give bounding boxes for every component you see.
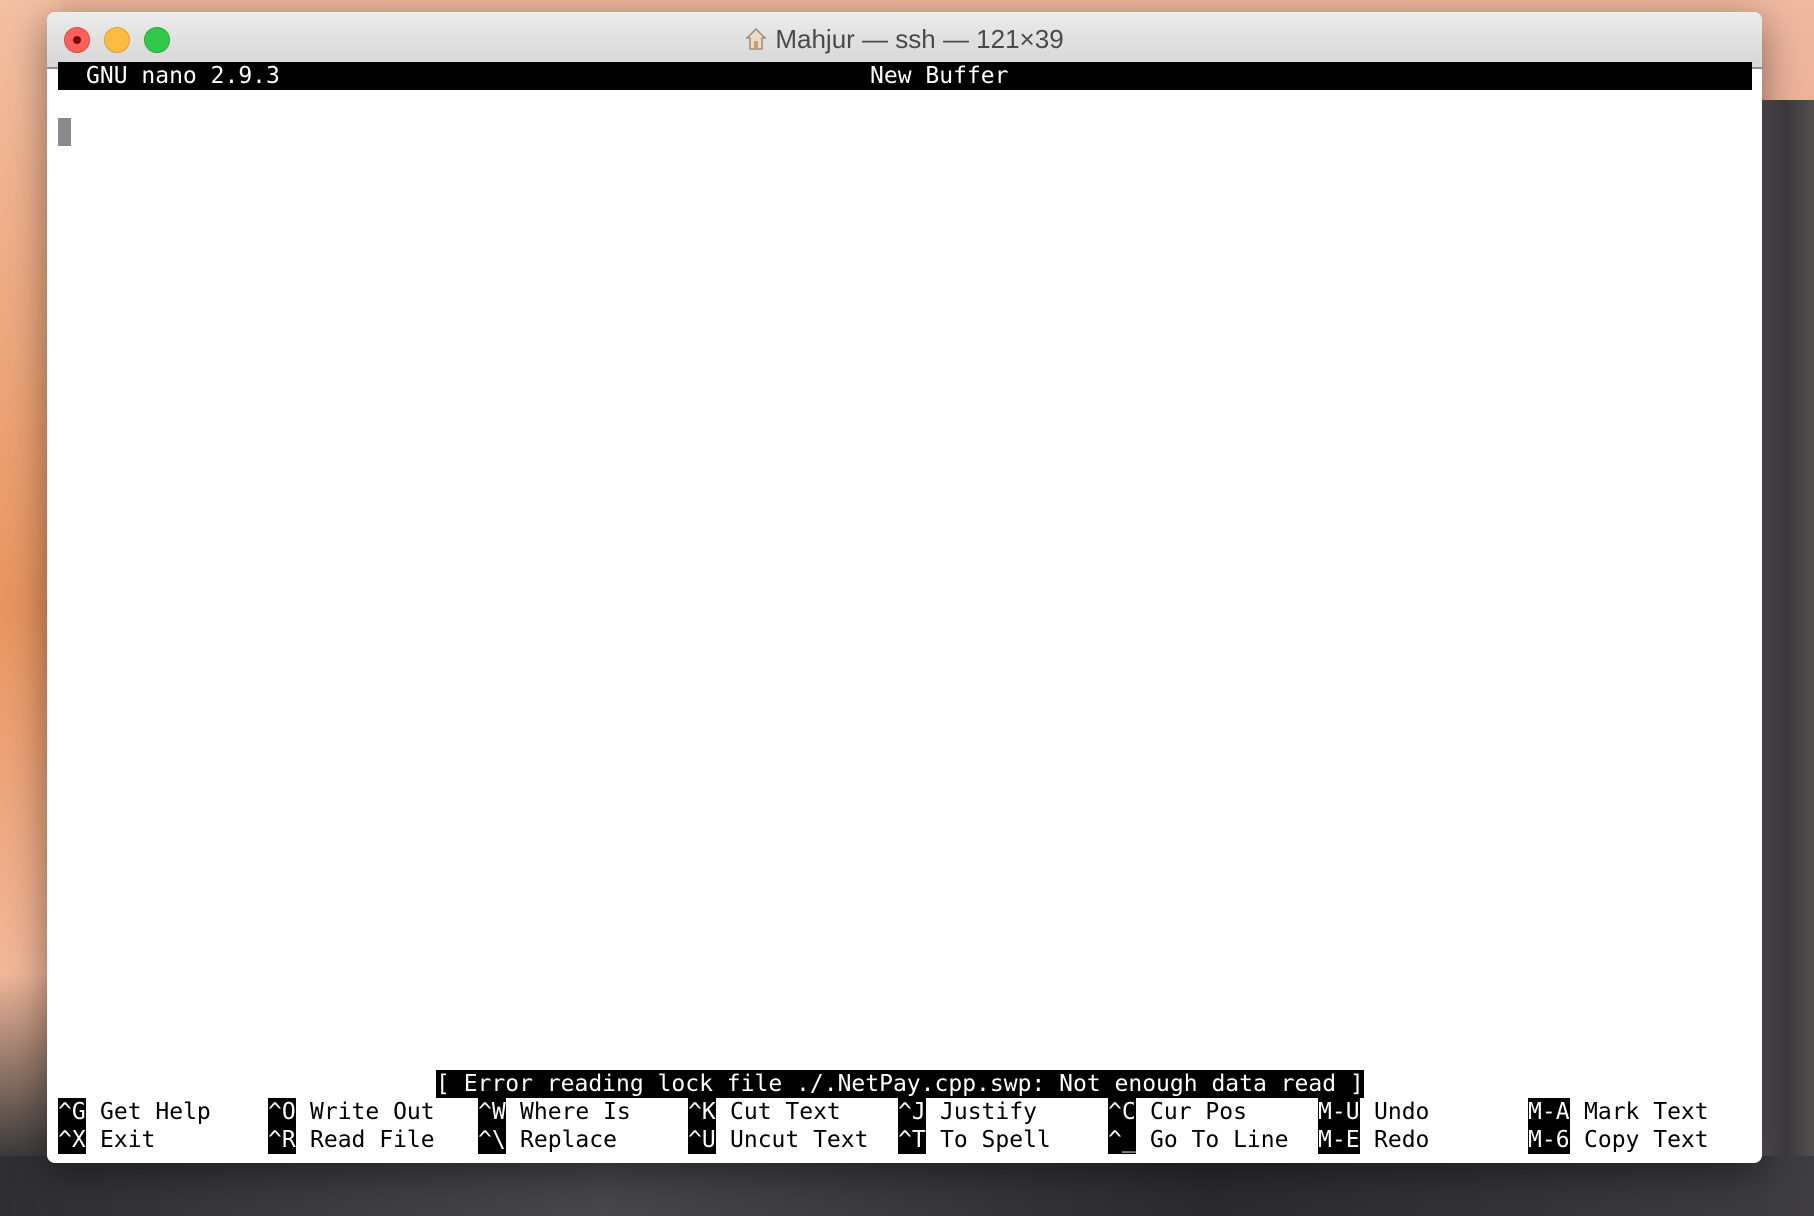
shortcut-label[interactable]: Justify — [940, 1098, 1037, 1126]
nano-title-bar: GNU nano 2.9.3 New Buffer — [58, 62, 1752, 90]
desktop-wallpaper-bottom — [0, 1156, 1814, 1216]
shortcut-label[interactable]: Mark Text — [1584, 1098, 1709, 1126]
shortcut-label[interactable]: Uncut Text — [730, 1126, 868, 1154]
shortcut-key[interactable]: ^G — [58, 1098, 86, 1126]
shortcut-label[interactable]: To Spell — [940, 1126, 1051, 1154]
shortcut-key[interactable]: ^J — [898, 1098, 926, 1126]
shortcut-label[interactable]: Get Help — [100, 1098, 211, 1126]
shortcut-key[interactable]: ^O — [268, 1098, 296, 1126]
shortcut-label[interactable]: Go To Line — [1150, 1126, 1288, 1154]
shortcut-key[interactable]: ^_ — [1108, 1126, 1136, 1154]
shortcut-key[interactable]: ^W — [478, 1098, 506, 1126]
text-cursor — [58, 118, 71, 146]
shortcut-key[interactable]: ^X — [58, 1126, 86, 1154]
shortcut-label[interactable]: Redo — [1374, 1126, 1429, 1154]
shortcut-label[interactable]: Read File — [310, 1126, 435, 1154]
shortcut-key[interactable]: ^K — [688, 1098, 716, 1126]
terminal-window: Mahjur — ssh — 121×39 GNU nano 2.9.3 New… — [47, 12, 1762, 1163]
shortcut-key[interactable]: M-A — [1528, 1098, 1570, 1126]
shortcut-key[interactable]: M-6 — [1528, 1126, 1570, 1154]
shortcut-key[interactable]: ^R — [268, 1126, 296, 1154]
terminal-content[interactable]: GNU nano 2.9.3 New Buffer [ Error readin… — [58, 62, 1752, 1154]
shortcut-label[interactable]: Replace — [520, 1126, 617, 1154]
shortcut-key[interactable]: ^C — [1108, 1098, 1136, 1126]
shortcut-label[interactable]: Copy Text — [1584, 1126, 1709, 1154]
shortcut-label[interactable]: Undo — [1374, 1098, 1429, 1126]
title-bar[interactable]: Mahjur — ssh — 121×39 — [47, 12, 1762, 69]
shortcut-label[interactable]: Cur Pos — [1150, 1098, 1247, 1126]
nano-version: GNU nano 2.9.3 — [86, 62, 280, 90]
shortcut-label[interactable]: Where Is — [520, 1098, 631, 1126]
shortcut-label[interactable]: Exit — [100, 1126, 155, 1154]
home-icon — [745, 27, 768, 50]
shortcut-label[interactable]: Cut Text — [730, 1098, 841, 1126]
buffer-name: New Buffer — [870, 62, 1009, 90]
window-title: Mahjur — ssh — 121×39 — [47, 12, 1762, 67]
shortcut-key[interactable]: ^U — [688, 1126, 716, 1154]
shortcut-key[interactable]: ^T — [898, 1126, 926, 1154]
shortcut-key[interactable]: ^\ — [478, 1126, 506, 1154]
shortcut-label[interactable]: Write Out — [310, 1098, 435, 1126]
shortcut-key[interactable]: M-E — [1318, 1126, 1360, 1154]
shortcut-key[interactable]: M-U — [1318, 1098, 1360, 1126]
status-message: [ Error reading lock file ./.NetPay.cpp.… — [436, 1070, 1364, 1098]
